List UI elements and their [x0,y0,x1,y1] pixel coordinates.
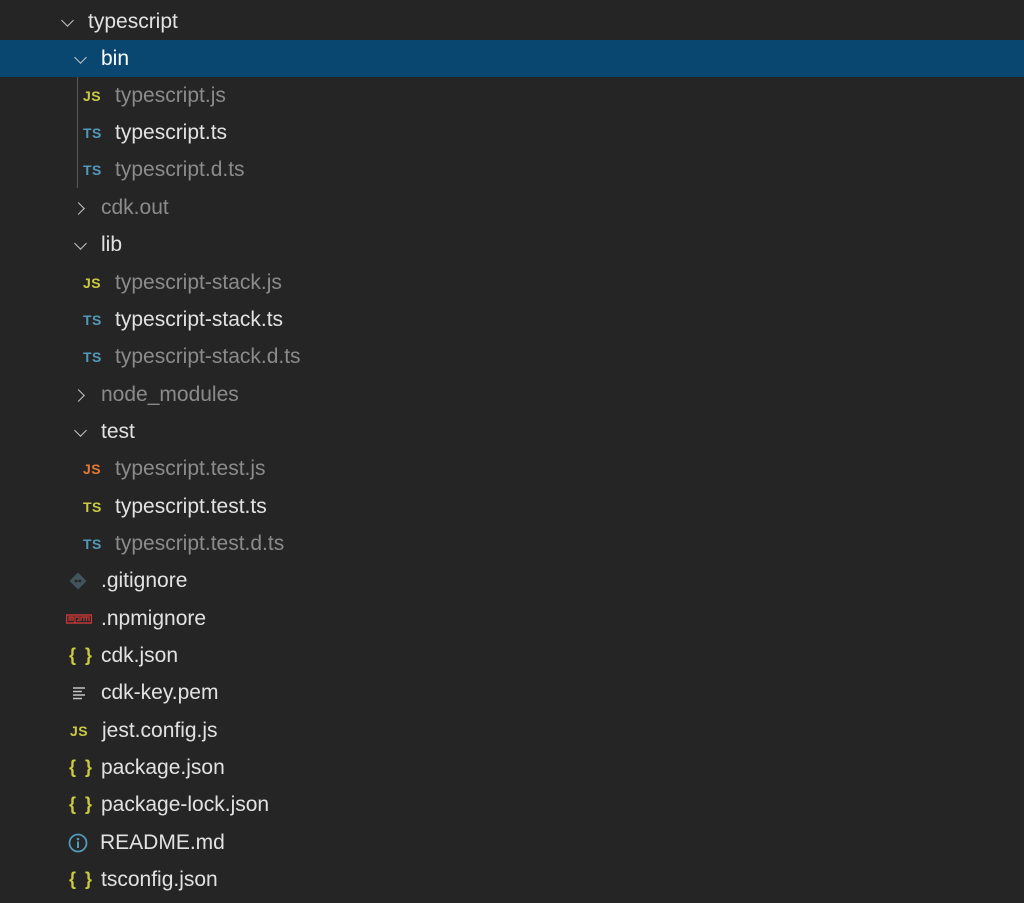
file-label: typescript.test.d.ts [115,532,285,555]
file-label: cdk-key.pem [101,681,219,704]
file-label: typescript-stack.d.ts [115,345,301,368]
npm-icon [66,613,93,625]
js-icon: JS [83,87,102,104]
file-tsconfig-json[interactable]: { } tsconfig.json [0,861,1024,898]
file-cdk-key-pem[interactable]: cdk-key.pem [0,674,1024,711]
file-label: .gitignore [101,569,188,592]
folder-label: node_modules [101,383,239,406]
folder-label: typescript [88,10,178,33]
ts-icon: TS [83,535,102,552]
file-label: typescript-stack.ts [115,308,284,331]
chevron-right-icon [75,202,87,214]
folder-lib[interactable]: lib [0,226,1024,263]
ts-icon: TS [83,124,102,141]
file-cdk-json[interactable]: { } cdk.json [0,637,1024,674]
file-label: typescript-stack.js [115,271,282,294]
json-icon: { } [69,794,95,814]
js-icon: JS [70,722,89,739]
file-typescript-ts[interactable]: TS typescript.ts [0,114,1024,151]
folder-cdk-out[interactable]: cdk.out [0,189,1024,226]
file-typescript-test-js[interactable]: JS typescript.test.js [0,450,1024,487]
file-label: typescript.js [115,84,226,107]
file-label: typescript.test.ts [115,495,267,518]
json-icon: { } [69,757,95,777]
file-explorer: typescript bin JS typescript.js TS types… [0,0,1024,903]
chevron-right-icon [75,389,87,401]
git-icon [69,572,93,590]
folder-label: test [101,420,135,443]
file-label: package.json [101,756,225,779]
js-icon: JS [83,274,102,291]
info-icon [68,833,92,853]
chevron-down-icon [75,426,87,438]
file-label: tsconfig.json [101,868,218,891]
file-label: typescript.d.ts [115,158,245,181]
file-readme-md[interactable]: README.md [0,824,1024,861]
file-typescript-test-d-ts[interactable]: TS typescript.test.d.ts [0,525,1024,562]
text-file-icon [72,686,93,700]
ts-icon: TS [83,348,102,365]
ts-icon: TS [83,498,102,515]
file-package-json[interactable]: { } package.json [0,749,1024,786]
file-npmignore[interactable]: .npmignore [0,600,1024,637]
file-typescript-js[interactable]: JS typescript.js [0,77,1024,114]
file-label: .npmignore [101,607,207,630]
folder-typescript[interactable]: typescript [0,3,1024,40]
ts-icon: TS [83,161,102,178]
file-typescript-stack-ts[interactable]: TS typescript-stack.ts [0,301,1024,338]
file-jest-config-js[interactable]: JS jest.config.js [0,712,1024,749]
file-label: cdk.json [101,644,179,667]
ts-icon: TS [83,311,102,328]
chevron-down-icon [75,53,87,65]
file-gitignore[interactable]: .gitignore [0,562,1024,599]
file-typescript-stack-d-ts[interactable]: TS typescript-stack.d.ts [0,338,1024,375]
file-typescript-d-ts[interactable]: TS typescript.d.ts [0,151,1024,188]
folder-label: bin [101,47,130,70]
chevron-down-icon [62,16,74,28]
json-icon: { } [69,869,95,889]
folder-label: cdk.out [101,196,169,219]
file-typescript-test-ts[interactable]: TS typescript.test.ts [0,488,1024,525]
file-package-lock-json[interactable]: { } package-lock.json [0,786,1024,823]
json-icon: { } [69,645,95,665]
js-icon: JS [83,460,102,477]
folder-label: lib [101,233,123,256]
file-typescript-stack-js[interactable]: JS typescript-stack.js [0,264,1024,301]
folder-test[interactable]: test [0,413,1024,450]
chevron-down-icon [75,239,87,251]
file-label: jest.config.js [102,719,218,742]
file-label: typescript.test.js [115,457,266,480]
folder-bin[interactable]: bin [0,40,1024,77]
folder-node-modules[interactable]: node_modules [0,376,1024,413]
file-label: package-lock.json [101,793,270,816]
file-label: README.md [100,831,225,854]
file-label: typescript.ts [115,121,228,144]
